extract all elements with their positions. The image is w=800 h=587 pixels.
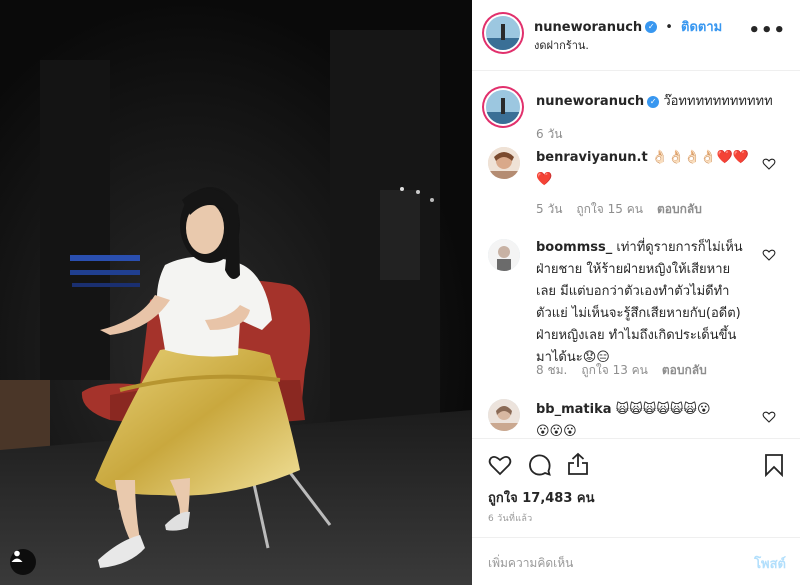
author-avatar[interactable] — [486, 16, 520, 50]
person-tag-button[interactable] — [10, 549, 36, 575]
comment-text: bb_matika 🙀🙀🙀🙀🙀🙀😮 😮😮😮 — [536, 399, 766, 438]
comments-list[interactable]: nuneworanuch ✓ ว๊อททททททททททท 6 วัน benra… — [472, 71, 800, 438]
caption-text: nuneworanuch ✓ ว๊อททททททททททท — [536, 91, 773, 113]
post-comment-button[interactable]: โพสต์ — [754, 553, 786, 574]
post-actions: ถูกใจ 17,483 คน 6 วันที่แล้ว โพสต์ — [472, 438, 800, 586]
comment-body: 🙀🙀🙀🙀🙀🙀😮 — [615, 402, 711, 417]
comment-body-2: 😮😮😮 — [536, 424, 577, 438]
share-icon[interactable] — [566, 452, 590, 476]
post-header: nuneworanuch ✓ • ติดตาม งดฝากร้าน. ••• — [472, 0, 800, 71]
comment-text: boommss_ เท่าที่ดูรายการก็ไม่เห็น ฝ่ายชา… — [536, 237, 776, 369]
like-comment-heart-icon[interactable] — [762, 410, 776, 424]
comment-icon[interactable] — [528, 453, 552, 477]
verified-badge-icon: ✓ — [645, 20, 658, 33]
post-location[interactable]: งดฝากร้าน. — [534, 36, 589, 54]
comment-username[interactable]: bb_matika — [536, 402, 612, 417]
person-tag-icon — [11, 550, 23, 562]
post-side-panel: nuneworanuch ✓ • ติดตาม งดฝากร้าน. ••• nu… — [472, 0, 800, 585]
comment-body-line: ฝ่ายชาย ให้ร้ายฝ่ายหญิงให้เสียหาย — [536, 262, 731, 277]
add-comment-input[interactable] — [486, 552, 730, 574]
caption-meta: 6 วัน — [536, 125, 576, 144]
comment-body-line: ตัวแย่ ไม่เห็นจะรู้สึกเสียหายกับ(อดีต) — [536, 306, 741, 321]
comment-reply-button[interactable]: ตอบกลับ — [657, 202, 702, 216]
post-photo-image — [0, 0, 472, 585]
author-username[interactable]: nuneworanuch — [534, 20, 642, 35]
like-comment-heart-icon[interactable] — [762, 157, 776, 171]
comment-reply-button[interactable]: ตอบกลับ — [662, 363, 707, 377]
header-user-line: nuneworanuch ✓ • ติดตาม — [534, 16, 722, 37]
comment-avatar[interactable] — [488, 147, 520, 179]
comment-username[interactable]: benraviyanun.t — [536, 150, 648, 165]
avatar-image — [488, 239, 520, 271]
more-options-icon[interactable]: ••• — [748, 20, 786, 41]
caption-username[interactable]: nuneworanuch — [536, 94, 644, 109]
comment-body-line: เท่าที่ดูรายการก็ไม่เห็น — [616, 240, 743, 255]
comment-likes[interactable]: ถูกใจ 13 คน — [581, 363, 648, 377]
post-photo[interactable] — [0, 0, 472, 585]
comment-text: benraviyanun.t 👌🏻👌🏻👌🏻👌🏻❤️❤️ ❤️ — [536, 147, 766, 191]
follow-button[interactable]: ติดตาม — [681, 20, 722, 35]
separator-dot: • — [665, 20, 673, 35]
avatar-image — [488, 399, 520, 431]
comment-meta: 5 วัน ถูกใจ 15 คน ตอบกลับ — [536, 200, 716, 219]
save-bookmark-icon[interactable] — [764, 453, 784, 477]
comment-body-2: ❤️ — [536, 172, 553, 187]
comment-meta: 8 ชม. ถูกใจ 13 คน ตอบกลับ — [536, 361, 721, 380]
comment-body-line: ฝ่ายหญิงเลย ทำไมถึงเกิดประเด็นขึ้น — [536, 328, 737, 343]
verified-badge-icon: ✓ — [647, 95, 660, 108]
post-timestamp[interactable]: 6 วันที่แล้ว — [488, 511, 533, 525]
likes-count[interactable]: ถูกใจ 17,483 คน — [488, 487, 595, 508]
comment-avatar[interactable] — [488, 239, 520, 271]
avatar-image — [488, 147, 520, 179]
add-comment-bar: โพสต์ — [472, 537, 800, 587]
comment-body-line: เลย มีแต่บอกว่าตัวเองทำตัวไม่ดีทำ — [536, 284, 730, 299]
like-heart-icon[interactable] — [488, 453, 512, 477]
like-comment-heart-icon[interactable] — [762, 248, 776, 262]
comment-time[interactable]: 5 วัน — [536, 202, 562, 216]
comment-body: 👌🏻👌🏻👌🏻👌🏻❤️❤️ — [651, 150, 749, 165]
avatar-image — [486, 16, 520, 50]
comment-username[interactable]: boommss_ — [536, 240, 612, 255]
caption-time[interactable]: 6 วัน — [536, 127, 562, 141]
caption-body: ว๊อททททททททททท — [663, 94, 773, 109]
avatar-image — [486, 90, 520, 124]
comment-time[interactable]: 8 ชม. — [536, 363, 567, 377]
caption-avatar[interactable] — [486, 90, 520, 124]
comment-likes[interactable]: ถูกใจ 15 คน — [576, 202, 643, 216]
comment-avatar[interactable] — [488, 399, 520, 431]
